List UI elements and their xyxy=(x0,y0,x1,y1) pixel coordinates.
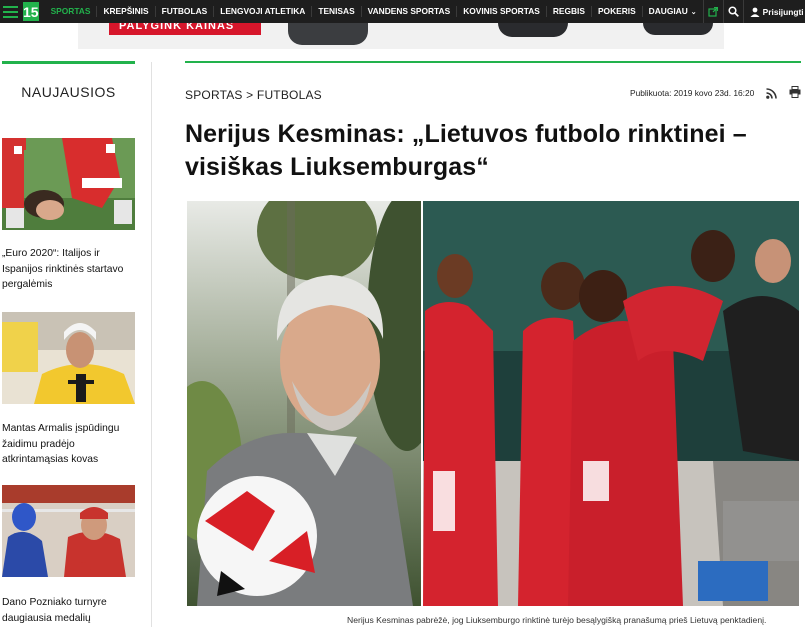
article-photo-left xyxy=(187,201,421,606)
nav-lengvoji-atletika[interactable]: LENGVOJI ATLETIKA xyxy=(214,6,313,17)
external-link-icon[interactable] xyxy=(702,0,723,23)
sidebar-caption-1[interactable]: „Euro 2020“: Italijos ir Ispanijos rinkt… xyxy=(2,246,142,293)
ad-product-shape xyxy=(498,23,568,37)
nav-daugiau-label: DAUGIAU xyxy=(648,5,688,16)
user-icon xyxy=(750,7,760,17)
nav-sportas[interactable]: SPORTAS xyxy=(45,6,98,17)
sidebar-thumb-3[interactable] xyxy=(2,485,135,577)
ad-cta[interactable]: PALYGINK KAINAS xyxy=(109,23,261,35)
search-icon[interactable] xyxy=(722,0,743,23)
photo-caption: Nerijus Kesminas pabrėžė, jog Liuksembur… xyxy=(347,615,767,625)
sidebar-title: NAUJAUSIOS xyxy=(21,84,116,100)
ad-product-shape xyxy=(643,23,713,35)
nav-futbolas[interactable]: FUTBOLAS xyxy=(156,6,215,17)
article-title: Nerijus Kesminas: „Lietuvos futbolo rink… xyxy=(185,120,747,181)
ad-product-shape xyxy=(288,23,368,45)
login-button[interactable]: Prisijungti xyxy=(742,0,805,23)
nav-vandens-sportas[interactable]: VANDENS SPORTAS xyxy=(362,6,458,17)
column-divider xyxy=(151,62,152,627)
nav-krepsinis[interactable]: KREPŠINIS xyxy=(97,6,156,17)
rss-icon[interactable] xyxy=(766,86,777,104)
main-nav: SPORTAS KREPŠINIS FUTBOLAS LENGVOJI ATLE… xyxy=(45,0,703,23)
sidebar-caption-2[interactable]: Mantas Armalis įspūdingu žaidimu pradėjo… xyxy=(2,421,142,468)
chevron-down-icon: ⌄ xyxy=(690,8,697,16)
nav-daugiau[interactable]: DAUGIAU ⌄ xyxy=(643,6,703,18)
article-accent-bar xyxy=(185,61,801,63)
menu-icon[interactable] xyxy=(0,0,18,23)
sidebar-thumb-2[interactable] xyxy=(2,312,135,404)
breadcrumb[interactable]: SPORTAS > FUTBOLAS xyxy=(185,88,322,102)
sidebar-caption-3[interactable]: Dano Pozniako turnyre daugiausia medalių xyxy=(2,595,142,626)
top-navbar: 15 SPORTAS KREPŠINIS FUTBOLAS LENGVOJI A… xyxy=(0,0,805,23)
login-label: Prisijungti xyxy=(762,6,804,17)
print-icon[interactable] xyxy=(789,85,801,103)
nav-pokeris[interactable]: POKERIS xyxy=(592,6,643,17)
publish-date: Publikuota: 2019 kovo 23d. 16:20 xyxy=(630,88,755,98)
sidebar-thumb-1[interactable] xyxy=(2,138,135,230)
nav-kovinis-sportas[interactable]: KOVINIS SPORTAS xyxy=(457,6,547,17)
site-logo[interactable]: 15 xyxy=(23,2,39,21)
ad-banner[interactable]: PALYGINK KAINAS xyxy=(78,23,724,49)
sidebar-accent-bar xyxy=(2,61,135,64)
article-photo-right xyxy=(423,201,799,606)
nav-regbis[interactable]: REGBIS xyxy=(547,6,592,17)
nav-tenisas[interactable]: TENISAS xyxy=(312,6,362,17)
